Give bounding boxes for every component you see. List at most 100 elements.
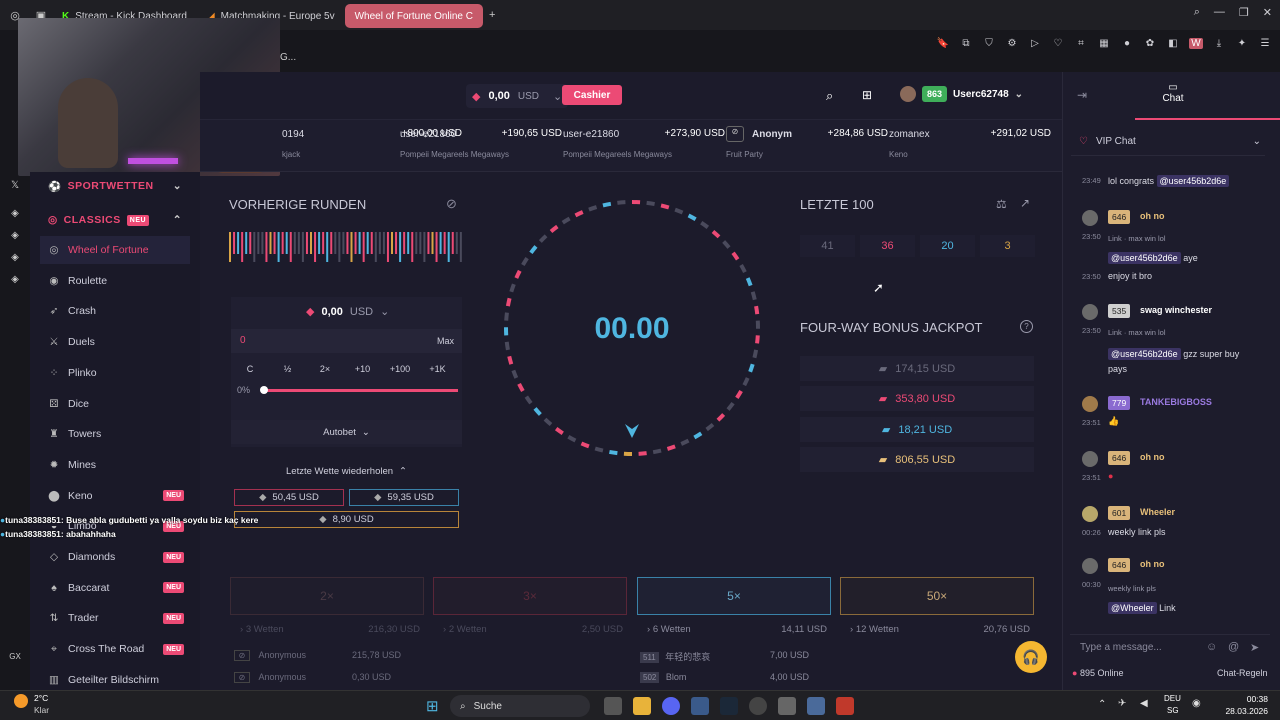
- opera-gx-icon[interactable]: [836, 697, 854, 715]
- mention[interactable]: @Wheeler: [1108, 602, 1157, 614]
- vip-chat-selector[interactable]: ♡ VIP Chat ⌄: [1071, 128, 1265, 156]
- sidebar-item-roulette[interactable]: ◉ Roulette: [40, 267, 190, 295]
- gx-icon[interactable]: GX: [8, 652, 22, 661]
- new-tab-icon[interactable]: +: [489, 9, 495, 21]
- emoji-icon[interactable]: ☺: [1206, 641, 1217, 653]
- extension-3-icon[interactable]: ●: [1120, 38, 1134, 49]
- chat-username[interactable]: Wheeler: [1140, 507, 1175, 517]
- send-icon[interactable]: ➤: [1250, 641, 1259, 654]
- chat-input[interactable]: Type a message... ☺ @ ➤: [1070, 634, 1270, 658]
- sidebar-item-cross-the-road[interactable]: ⌖ Cross The Road NEU: [40, 635, 190, 663]
- download-icon[interactable]: ⤓: [1212, 38, 1226, 49]
- last-bet-gold[interactable]: ◆ 8,90 USD: [234, 511, 459, 528]
- chat-rules-link[interactable]: Chat-Regeln: [1217, 668, 1268, 678]
- obs-icon[interactable]: [749, 697, 767, 715]
- play-icon[interactable]: ▷: [1028, 38, 1042, 49]
- x-icon[interactable]: 𝕏: [8, 180, 22, 191]
- ticker-item[interactable]: user-e21860 +273,90 USD Pompeii Megareel…: [563, 128, 725, 159]
- speaker-icon[interactable]: ◀: [1140, 698, 1148, 709]
- sidebar-item-trader[interactable]: ⇅ Trader NEU: [40, 604, 190, 632]
- search-icon[interactable]: ⌕: [1194, 6, 1200, 19]
- quick-bet-button[interactable]: C: [234, 359, 266, 379]
- explorer-icon[interactable]: [633, 697, 651, 715]
- mention[interactable]: @user456b2d6e: [1108, 252, 1181, 264]
- browser-app-icon[interactable]: [691, 697, 709, 715]
- sidebar-item-keno[interactable]: ⬤ Keno NEU: [40, 482, 190, 510]
- bet-3x-button[interactable]: 3×: [433, 577, 627, 615]
- crop-icon[interactable]: ⧉: [959, 38, 973, 49]
- quick-bet-button[interactable]: +1K: [422, 359, 454, 379]
- max-button[interactable]: Max: [437, 336, 454, 346]
- discord-icon[interactable]: [662, 697, 680, 715]
- extension-1-icon[interactable]: ⌗: [1074, 38, 1088, 49]
- chat-username[interactable]: oh no: [1140, 559, 1165, 569]
- extension-4-icon[interactable]: ◧: [1166, 38, 1180, 49]
- ticker-item[interactable]: zomanex +291,02 USD Keno: [889, 128, 1051, 159]
- bet-summary-3x[interactable]: › 2 Wetten 2,50 USD: [443, 624, 623, 635]
- sidebar-item-plinko[interactable]: ⁘ Plinko: [40, 359, 190, 387]
- support-button[interactable]: 🎧: [1015, 641, 1047, 673]
- app-icon[interactable]: [778, 697, 796, 715]
- sidebar-item-dice[interactable]: ⚄ Dice: [40, 390, 190, 418]
- user-menu[interactable]: 863 Userc62748 ⌄: [900, 86, 1023, 102]
- side-icon-4[interactable]: ◈: [8, 274, 22, 285]
- close-icon[interactable]: ✕: [1263, 6, 1272, 19]
- bet-2x-button[interactable]: 2×: [230, 577, 424, 615]
- sidebar-item-diamonds[interactable]: ◇ Diamonds NEU: [40, 543, 190, 571]
- ticker-item[interactable]: user-e21860 +190,65 USD Pompeii Megareel…: [400, 128, 562, 159]
- repeat-bet-toggle[interactable]: Letzte Wette wiederholen ⌃: [231, 459, 462, 483]
- ticker-item[interactable]: Anonym ⊘ +284,86 USD Fruit Party: [726, 126, 888, 159]
- last-bet-blue[interactable]: ◆ 59,35 USD: [349, 489, 459, 506]
- sidebar-item-mines[interactable]: ✹ Mines: [40, 451, 190, 479]
- quick-bet-button[interactable]: ½: [272, 359, 304, 379]
- ticker-item[interactable]: 0194 +800,00 USD kjack: [282, 128, 462, 159]
- tab-chat[interactable]: ▭ Chat: [1143, 82, 1203, 104]
- clock-time[interactable]: 00:38: [1232, 694, 1268, 704]
- steam-icon[interactable]: [720, 697, 738, 715]
- chat-username[interactable]: TANKEBIGBOSS: [1140, 397, 1212, 407]
- bet-slider-track[interactable]: [263, 389, 458, 392]
- ai-icon[interactable]: ✦: [1235, 38, 1249, 49]
- tray-chevron-icon[interactable]: ⌃: [1098, 699, 1106, 710]
- menu-icon[interactable]: ☰: [1258, 38, 1272, 49]
- side-icon-3[interactable]: ◈: [8, 252, 22, 263]
- taskbar-search[interactable]: ⌕ Suche: [450, 695, 590, 717]
- taskview-icon[interactable]: [604, 697, 622, 715]
- help-icon[interactable]: ?: [1020, 320, 1033, 333]
- quick-bet-button[interactable]: +100: [384, 359, 416, 379]
- settings-icon[interactable]: ⚙: [1005, 38, 1019, 49]
- last-bet-red[interactable]: ◆ 50,45 USD: [234, 489, 344, 506]
- sidebar-item-duels[interactable]: ⚔ Duels: [40, 328, 190, 356]
- bet-summary-2x[interactable]: › 3 Wetten 216,30 USD: [240, 624, 420, 635]
- side-icon-1[interactable]: ◈: [8, 208, 22, 219]
- copilot-icon[interactable]: ◉: [1192, 698, 1201, 709]
- autobet-button[interactable]: Autobet ⌄: [231, 420, 462, 444]
- bet-5x-button[interactable]: 5×: [637, 577, 831, 615]
- bet-slider-handle[interactable]: [260, 386, 268, 394]
- restore-icon[interactable]: ❐: [1239, 6, 1249, 19]
- minimize-icon[interactable]: —: [1214, 6, 1225, 19]
- search-icon[interactable]: ⌕: [826, 88, 833, 104]
- classics-section[interactable]: ◎ CLASSICS NEU ⌃: [40, 206, 190, 234]
- bookmark-icon[interactable]: 🔖: [936, 38, 950, 49]
- windows-start-icon[interactable]: ⊞: [426, 697, 439, 715]
- bet-summary-50x[interactable]: › 12 Wetten 20,76 USD: [850, 624, 1030, 635]
- mention[interactable]: @user456b2d6e: [1108, 348, 1181, 360]
- extension-2-icon[interactable]: ▦: [1097, 38, 1111, 49]
- hide-icon[interactable]: ⊘: [446, 196, 457, 212]
- amount-input[interactable]: 0 Max: [231, 329, 462, 353]
- cashier-button[interactable]: Cashier: [562, 85, 622, 105]
- bet-50x-button[interactable]: 50×: [840, 577, 1034, 615]
- sidebar-item-wheel-of-fortune[interactable]: ◎ Wheel of Fortune: [40, 236, 190, 264]
- heart-icon[interactable]: ♡: [1051, 38, 1065, 49]
- clock-date[interactable]: 28.03.2026: [1222, 706, 1268, 716]
- wifi-icon[interactable]: ✈: [1118, 698, 1126, 709]
- shield-icon[interactable]: ⛉: [982, 38, 996, 49]
- bet-summary-5x[interactable]: › 6 Wetten 14,11 USD: [647, 624, 827, 635]
- language[interactable]: DEU: [1164, 694, 1181, 703]
- mention[interactable]: @user456b2d6e: [1156, 175, 1230, 187]
- at-icon[interactable]: @: [1228, 641, 1239, 653]
- sportwetten-section[interactable]: ⚽ SPORTWETTEN ⌄: [40, 172, 190, 200]
- sidebar-item-crash[interactable]: ➶ Crash: [40, 297, 190, 325]
- chart-icon[interactable]: ↗: [1020, 196, 1030, 210]
